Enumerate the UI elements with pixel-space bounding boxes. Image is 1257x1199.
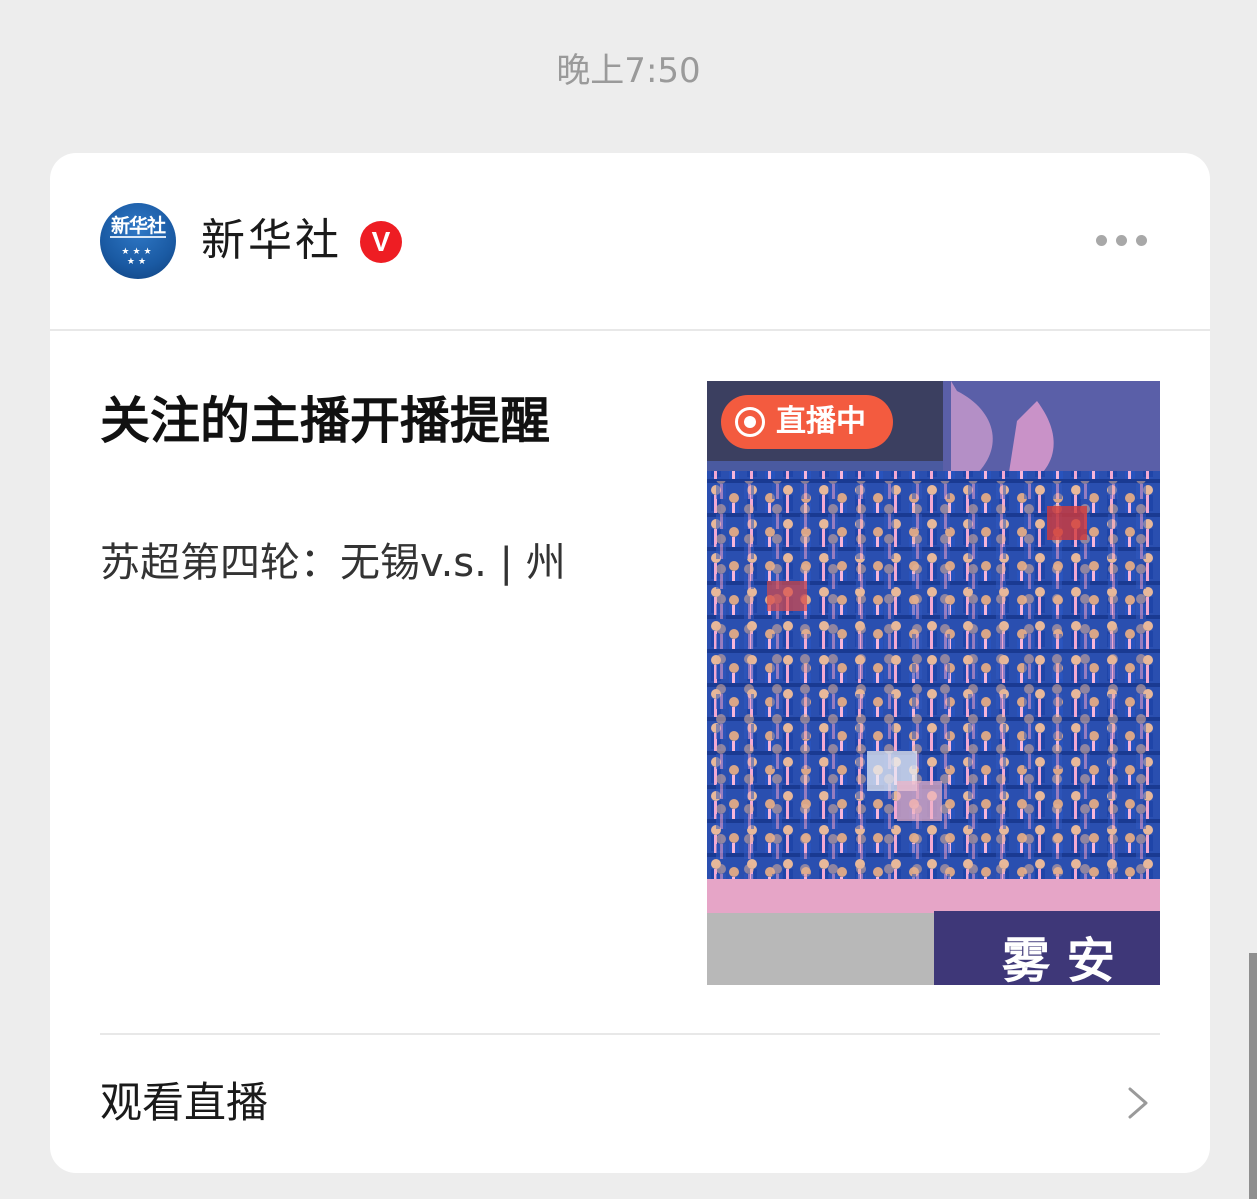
more-options-button[interactable] xyxy=(1086,223,1156,259)
verified-icon: V xyxy=(360,221,402,263)
message-timestamp: 晚上7:50 xyxy=(556,51,701,91)
account-name[interactable]: 新华社 xyxy=(201,213,342,269)
avatar-stars-icon: ★★★ ★★ xyxy=(121,247,155,267)
more-dots-icon xyxy=(1096,235,1107,246)
avatar-logo-text: 新华社 xyxy=(110,215,166,237)
notification-card[interactable]: 新华社 ★★★ ★★ 新华社 V 关注的主播开播提醒 苏超第四轮：无锡v.s. |… xyxy=(50,153,1210,1173)
live-badge-label: 直播中 xyxy=(776,404,866,439)
more-dots-icon xyxy=(1136,235,1147,246)
live-thumbnail[interactable]: 雾 安 直播中 xyxy=(707,381,1160,985)
notification-title: 关注的主播开播提醒 xyxy=(100,392,550,450)
watch-live-button[interactable]: 观看直播 xyxy=(50,1035,1210,1173)
more-dots-icon xyxy=(1116,235,1127,246)
banner-text: 雾 安 xyxy=(1002,933,1115,985)
stadium-crowd-image: 雾 安 xyxy=(707,381,1160,985)
chevron-right-icon xyxy=(1128,1087,1148,1119)
account-avatar[interactable]: 新华社 ★★★ ★★ xyxy=(100,203,176,279)
live-status-badge: 直播中 xyxy=(721,395,893,449)
card-header: 新华社 ★★★ ★★ 新华社 V xyxy=(50,153,1210,331)
live-stream-subtitle: 苏超第四轮：无锡v.s. | 州 xyxy=(100,540,566,586)
live-record-icon xyxy=(735,407,765,437)
watch-live-label: 观看直播 xyxy=(100,1078,269,1127)
scrollbar[interactable] xyxy=(1249,953,1257,1199)
avatar-logo-rule xyxy=(100,236,176,239)
